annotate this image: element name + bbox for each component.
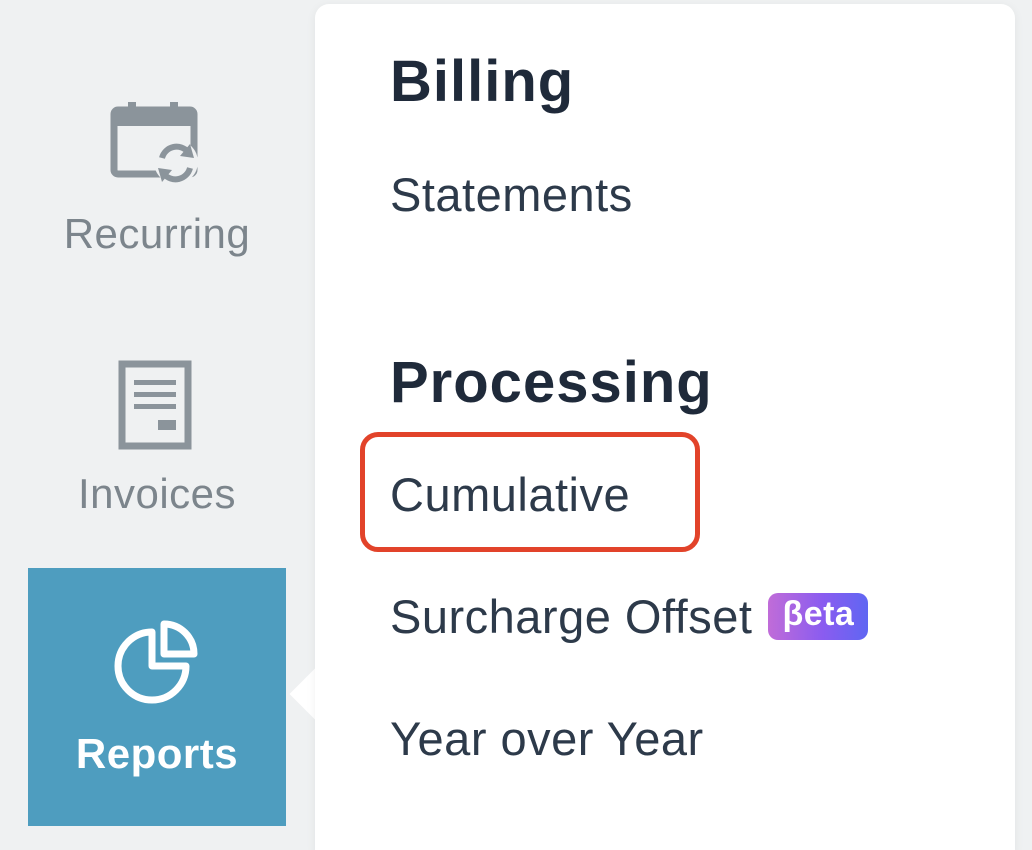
menu-link-cumulative[interactable]: Cumulative (390, 467, 630, 522)
sidebar-item-recurring[interactable]: Recurring (28, 70, 286, 328)
sidebar-item-reports[interactable]: Reports (28, 568, 286, 826)
beta-badge: βeta (768, 593, 869, 641)
menu-link-label: Surcharge Offset (390, 590, 753, 643)
invoice-document-icon (118, 360, 194, 455)
sidebar-item-label: Invoices (77, 470, 237, 517)
app-stage: Recurring Invoices Reports Billing State… (0, 0, 1032, 850)
section-title-billing: Billing (390, 49, 575, 114)
calendar-recurring-icon (108, 100, 208, 195)
section-title-processing: Processing (390, 350, 713, 415)
pie-chart-icon (112, 620, 202, 711)
menu-link-statements[interactable]: Statements (390, 167, 633, 222)
sidebar: Recurring Invoices Reports (0, 0, 312, 850)
sidebar-item-invoices[interactable]: Invoices (28, 330, 286, 588)
menu-link-year-over-year[interactable]: Year over Year (390, 711, 704, 766)
sidebar-item-label: Reports (75, 730, 239, 777)
sidebar-item-label: Recurring (63, 210, 251, 257)
reports-dropdown-menu: Billing Statements Processing Cumulative… (315, 4, 1015, 850)
menu-link-surcharge-offset[interactable]: Surcharge Offset βeta (390, 589, 869, 644)
